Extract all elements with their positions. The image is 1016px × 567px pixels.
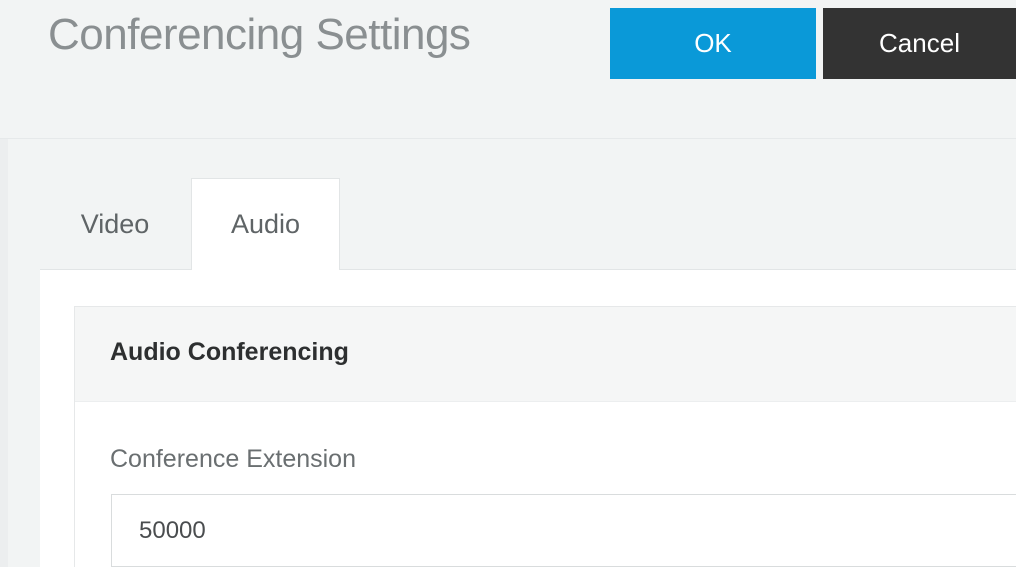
page-header: Conferencing Settings OK Cancel — [0, 0, 1016, 139]
ok-button[interactable]: OK — [610, 8, 816, 79]
left-gutter — [0, 139, 8, 567]
tab-video[interactable]: Video — [40, 178, 190, 270]
tab-audio[interactable]: Audio — [191, 178, 340, 270]
panel-heading-title: Audio Conferencing — [110, 338, 349, 366]
conference-extension-input[interactable] — [111, 494, 1016, 567]
cancel-button[interactable]: Cancel — [823, 8, 1016, 79]
conference-extension-label: Conference Extension — [110, 445, 356, 473]
page-title: Conferencing Settings — [48, 10, 471, 59]
tab-audio-label: Audio — [230, 209, 301, 239]
settings-page: Conferencing Settings OK Cancel Video Au… — [0, 0, 1016, 567]
tab-video-label: Video — [80, 208, 150, 239]
